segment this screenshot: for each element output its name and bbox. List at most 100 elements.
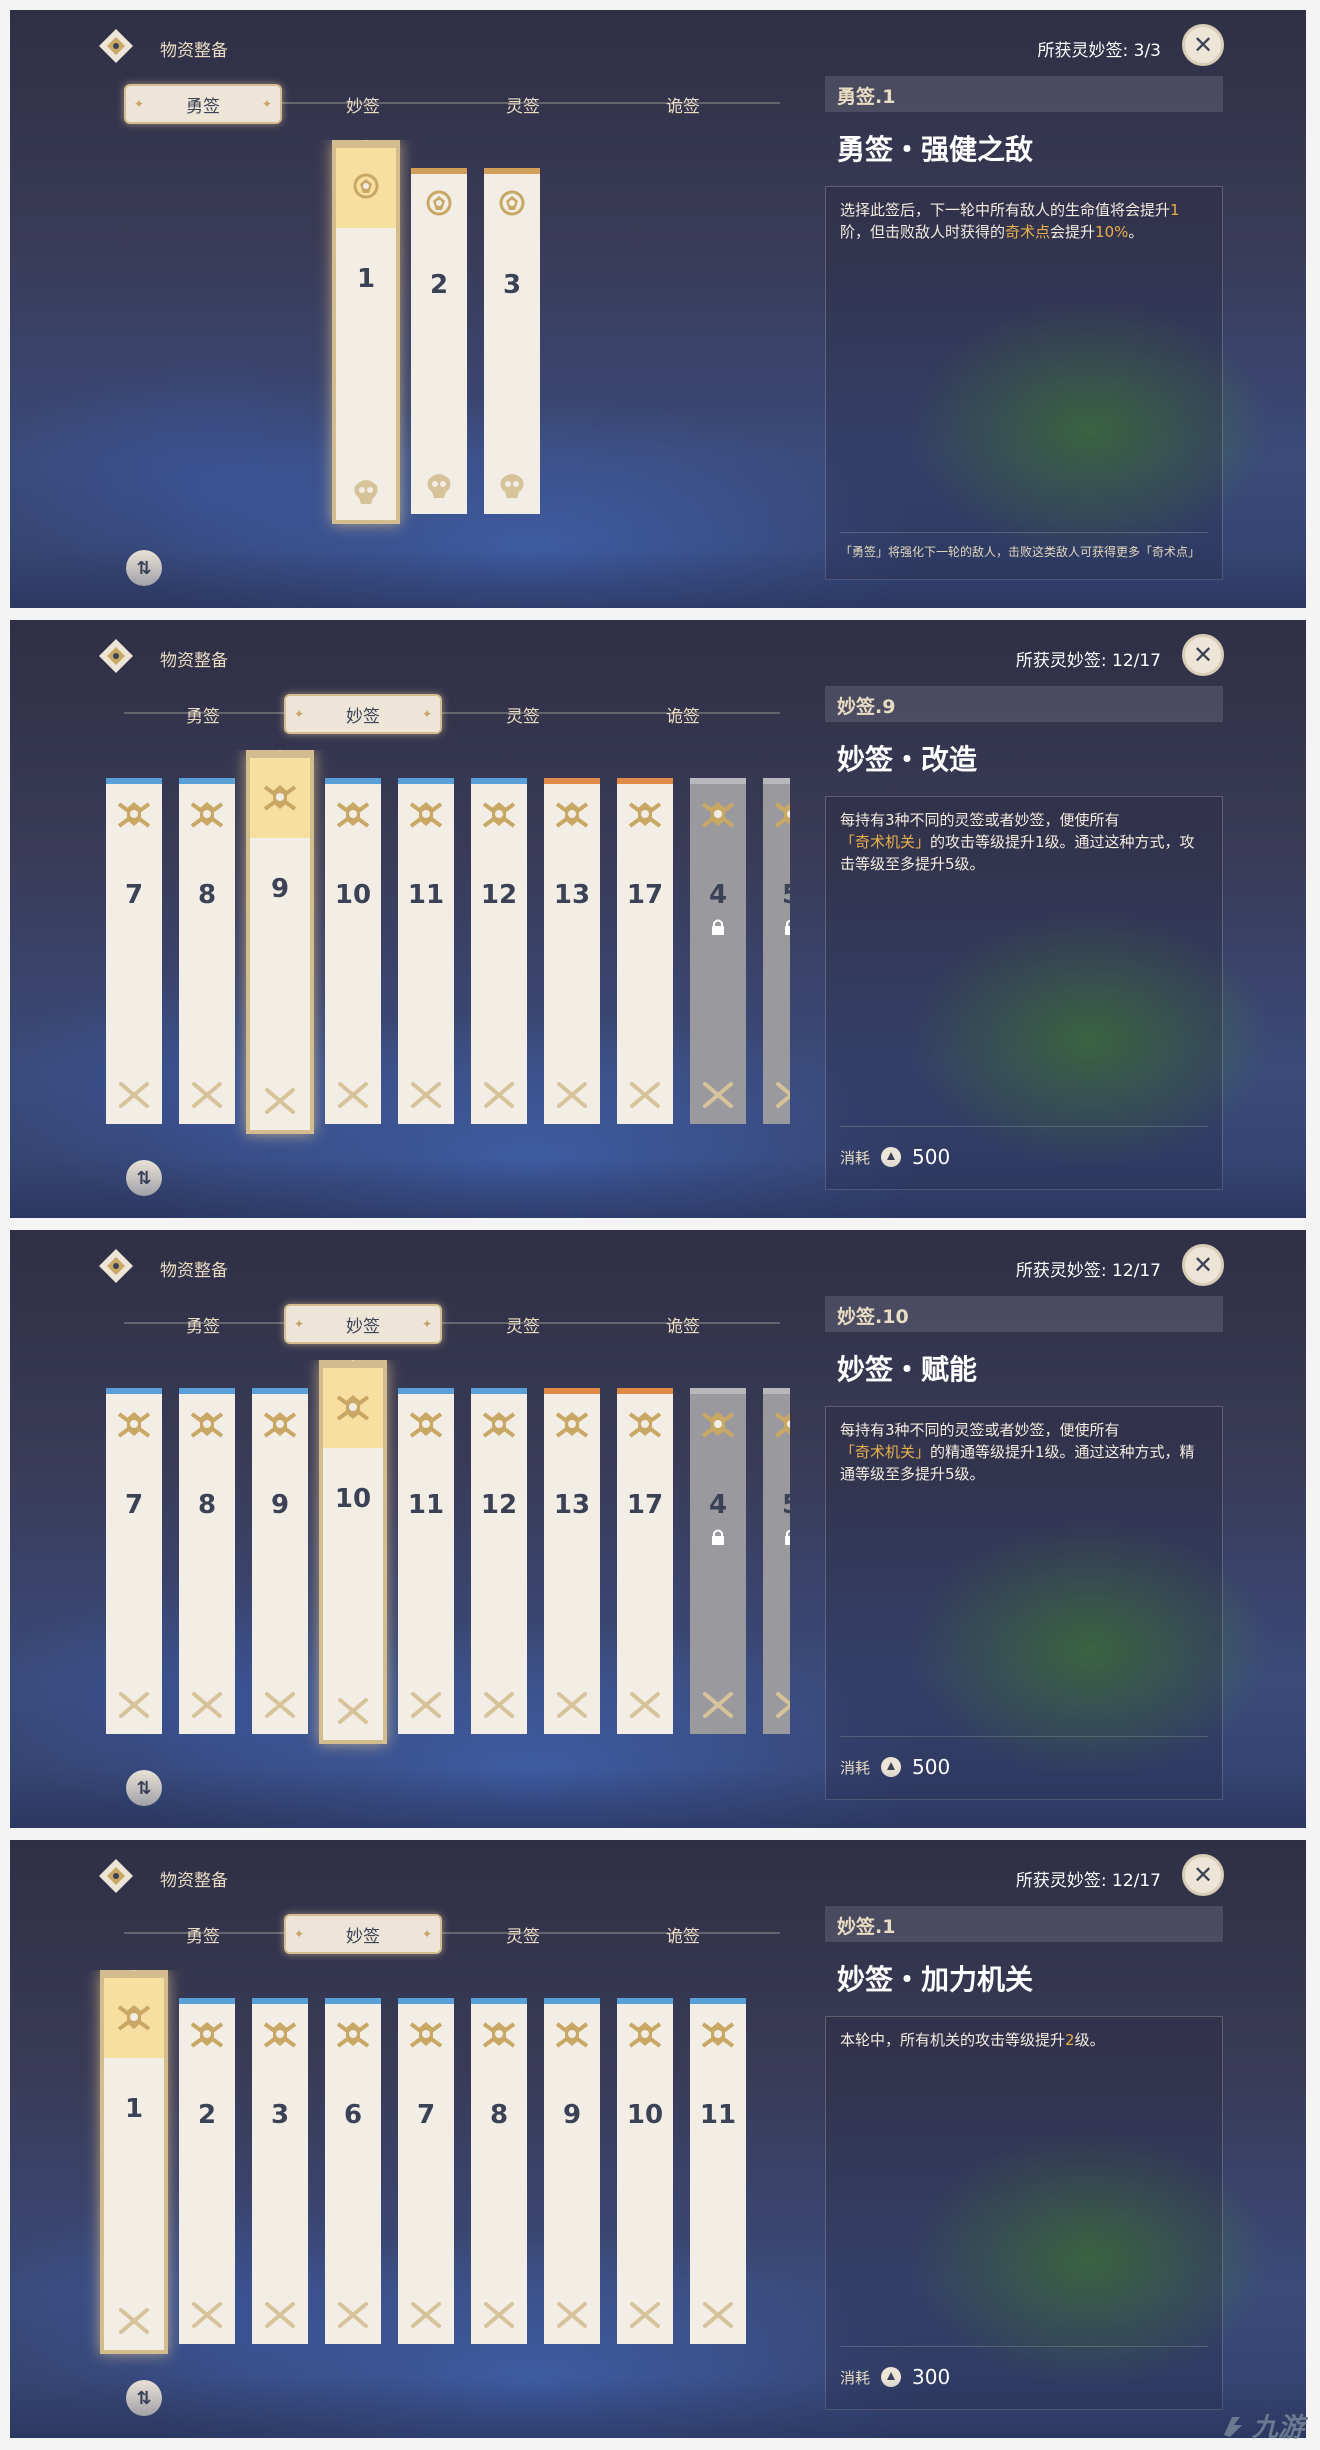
tab-spirit[interactable]: 灵签 (444, 694, 602, 734)
tab-brave[interactable]: 勇签 (124, 1304, 282, 1344)
tab-trick[interactable]: 诡签 (604, 84, 762, 124)
detail-description: 本轮中，所有机关的攻击等级提升2级。 (840, 2029, 1208, 2051)
highlighted-term: 「奇术机关」 (840, 833, 931, 851)
card-locked[interactable]: 5 (763, 1388, 790, 1734)
card[interactable]: 9 (544, 1998, 600, 2344)
card[interactable]: 2 (179, 1998, 235, 2344)
card-selected[interactable]: 9 (246, 750, 314, 1134)
card[interactable]: 11 (398, 778, 454, 1124)
card[interactable]: 3 (252, 1998, 308, 2344)
tab-trick[interactable]: 诡签 (604, 694, 762, 734)
close-button[interactable]: ✕ (1182, 1854, 1224, 1896)
tab-wonder[interactable]: 妙签 (284, 694, 442, 734)
close-button[interactable]: ✕ (1182, 634, 1224, 676)
card-number: 3 (270, 2100, 290, 2130)
card[interactable]: 8 (471, 1998, 527, 2344)
card[interactable]: 3 (484, 168, 540, 514)
card-number: 11 (699, 2100, 737, 2130)
card-selected[interactable]: 1 (100, 1970, 168, 2354)
card[interactable]: 7 (398, 1998, 454, 2344)
card[interactable]: 10 (325, 778, 381, 1124)
tab-trick[interactable]: 诡签 (604, 1304, 762, 1344)
card[interactable]: 10 (617, 1998, 673, 2344)
crossed-swords-icon (398, 1690, 454, 1720)
tab-spirit[interactable]: 灵签 (444, 1304, 602, 1344)
card[interactable]: 11 (398, 1388, 454, 1734)
card-number: 11 (407, 880, 445, 910)
screen-panel: 物资整备 所获灵妙签: 12/17 ✕ 勇签妙签灵签诡签 7 8 9 10 (10, 620, 1306, 1218)
tab-wonder[interactable]: 妙签 (284, 1914, 442, 1954)
crossed-swords-icon (471, 1690, 527, 1720)
currency-icon (881, 1757, 902, 1777)
detail-panel: 勇签.1 勇签・强健之敌 选择此签后，下一轮中所有敌人的生命值将会提升1 阶，但击… (825, 76, 1223, 580)
description-segment: 本轮中，所有机关的攻击等级提升 (840, 2031, 1066, 2049)
switch-button[interactable]: ⇅ (126, 2380, 162, 2416)
tab-brave[interactable]: 勇签 (124, 694, 282, 734)
card[interactable]: 17 (617, 1388, 673, 1734)
card[interactable]: 7 (106, 1388, 162, 1734)
wonder-emblem-icon (398, 1394, 454, 1456)
tab-spirit[interactable]: 灵签 (444, 84, 602, 124)
switch-button[interactable]: ⇅ (126, 550, 162, 586)
card-number: 10 (334, 1484, 372, 1514)
wonder-emblem-icon (252, 1394, 308, 1456)
tab-wonder[interactable]: 妙签 (284, 1304, 442, 1344)
card[interactable]: 13 (544, 778, 600, 1124)
card[interactable]: 9 (252, 1388, 308, 1734)
detail-description: 选择此签后，下一轮中所有敌人的生命值将会提升1 阶，但击败敌人时获得的奇术点会提升… (840, 199, 1208, 243)
wonder-emblem-icon (104, 1978, 164, 2058)
tab-wonder[interactable]: 妙签 (284, 84, 442, 124)
card-number: 12 (480, 880, 518, 910)
card-locked[interactable]: 5 (763, 778, 790, 1124)
tab-brave[interactable]: 勇签 (124, 1914, 282, 1954)
switch-button[interactable]: ⇅ (126, 1160, 162, 1196)
description-segment: 会提升 (1050, 223, 1096, 241)
card[interactable]: 6 (325, 1998, 381, 2344)
cost-value: 500 (912, 1145, 951, 1169)
card-locked[interactable]: 4 (690, 1388, 746, 1734)
card-number: 7 (416, 2100, 436, 2130)
card[interactable]: 12 (471, 1388, 527, 1734)
window-title: 物资整备 (160, 1261, 228, 1281)
card[interactable]: 13 (544, 1388, 600, 1734)
close-button[interactable]: ✕ (1182, 24, 1224, 66)
card[interactable]: 12 (471, 778, 527, 1124)
card[interactable]: 7 (106, 778, 162, 1124)
crossed-swords-icon (617, 1690, 673, 1720)
switch-button[interactable]: ⇅ (126, 1770, 162, 1806)
card-selected[interactable]: 10 (319, 1360, 387, 1744)
card[interactable]: 2 (411, 168, 467, 514)
card-selected[interactable]: 1 (332, 140, 400, 524)
screen-panel: 物资整备 所获灵妙签: 3/3 ✕ 勇签妙签灵签诡签 1 2 3 勇签.1 勇签… (10, 10, 1306, 608)
close-button[interactable]: ✕ (1182, 1244, 1224, 1286)
crossed-swords-icon (471, 2300, 527, 2330)
watermark-icon (1223, 2416, 1242, 2437)
tab-trick[interactable]: 诡签 (604, 1914, 762, 1954)
card[interactable]: 8 (179, 778, 235, 1124)
card-number: 13 (553, 880, 591, 910)
wonder-emblem-icon (179, 784, 235, 846)
tab-spirit[interactable]: 灵签 (444, 1914, 602, 1954)
crossed-swords-icon (690, 1690, 746, 1720)
wonder-emblem-icon (763, 784, 790, 846)
card-number: 3 (502, 270, 522, 300)
card-number: 8 (489, 2100, 509, 2130)
card-number: 2 (429, 270, 449, 300)
wonder-emblem-icon (690, 1394, 746, 1456)
card[interactable]: 17 (617, 778, 673, 1124)
highlighted-term: 1 (1170, 201, 1180, 219)
cost-row: 消耗 300 (840, 2365, 950, 2389)
wonder-emblem-icon (179, 2004, 235, 2066)
cost-row: 消耗 500 (840, 1755, 950, 1779)
brave-emblem-icon (484, 174, 540, 236)
detail-title: 勇签・强健之敌 (837, 133, 1034, 166)
lock-icon (710, 1528, 726, 1550)
tab-brave[interactable]: 勇签 (124, 84, 282, 124)
card-locked[interactable]: 4 (690, 778, 746, 1124)
currency-icon (881, 2367, 902, 2387)
card[interactable]: 11 (690, 1998, 746, 2344)
card[interactable]: 8 (179, 1388, 235, 1734)
highlighted-term: 2 (1065, 2031, 1075, 2049)
close-icon: ✕ (1192, 1251, 1214, 1279)
collected-counter: 所获灵妙签: 12/17 (1015, 1261, 1161, 1281)
